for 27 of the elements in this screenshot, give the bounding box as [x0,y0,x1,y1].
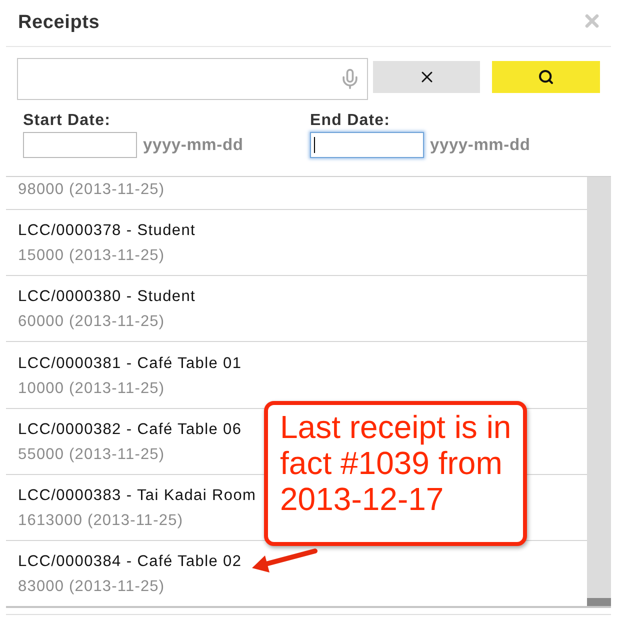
receipt-amount-date: 10000 (2013-11-25) [18,380,165,398]
date-label: Start Date: [23,112,111,130]
search-icon [538,69,554,85]
receipt-title: LCC/0000378 - Student [18,222,196,240]
date-format-hint: yyyy-mm-dd [430,136,530,154]
receipt-title: LCC/0000380 - Student [18,288,196,306]
date-format-hint: yyyy-mm-dd [143,136,244,154]
receipt-title: LCC/0000383 - Tai Kadai Room [18,486,256,505]
receipt-amount-date: 1613000 (2013-11-25) [18,512,184,530]
receipt-title: LCC/0000382 - Café Table 06 [18,420,242,439]
receipt-amount-date: 15000 (2013-11-25) [18,247,165,266]
receipt-title: LCC/0000384 - Café Table 02 [18,553,242,572]
search-field[interactable] [17,58,368,100]
receipt-amount-date: 60000 (2013-11-25) [18,313,165,332]
clear-button[interactable] [373,61,480,93]
date-label: End Date: [310,112,390,130]
date-input-field[interactable] [310,132,424,158]
receipt-amount-date: 98000 (2013-11-25) [18,181,165,199]
receipt-amount-date: 83000 (2013-11-25) [18,578,165,596]
search-button[interactable] [492,61,600,93]
dialog-title: Receipts [18,12,100,34]
scrollbar-track[interactable] [587,177,611,606]
receipt-title: LCC/0000381 - Café Table 01 [18,354,242,373]
callout-note: Last receipt is in fact #1039 from 2013-12-17 [264,401,527,546]
scrollbar-thumb[interactable] [587,598,611,606]
date-input-field[interactable] [23,132,137,158]
receipt-amount-date: 55000 (2013-11-25) [18,446,165,464]
